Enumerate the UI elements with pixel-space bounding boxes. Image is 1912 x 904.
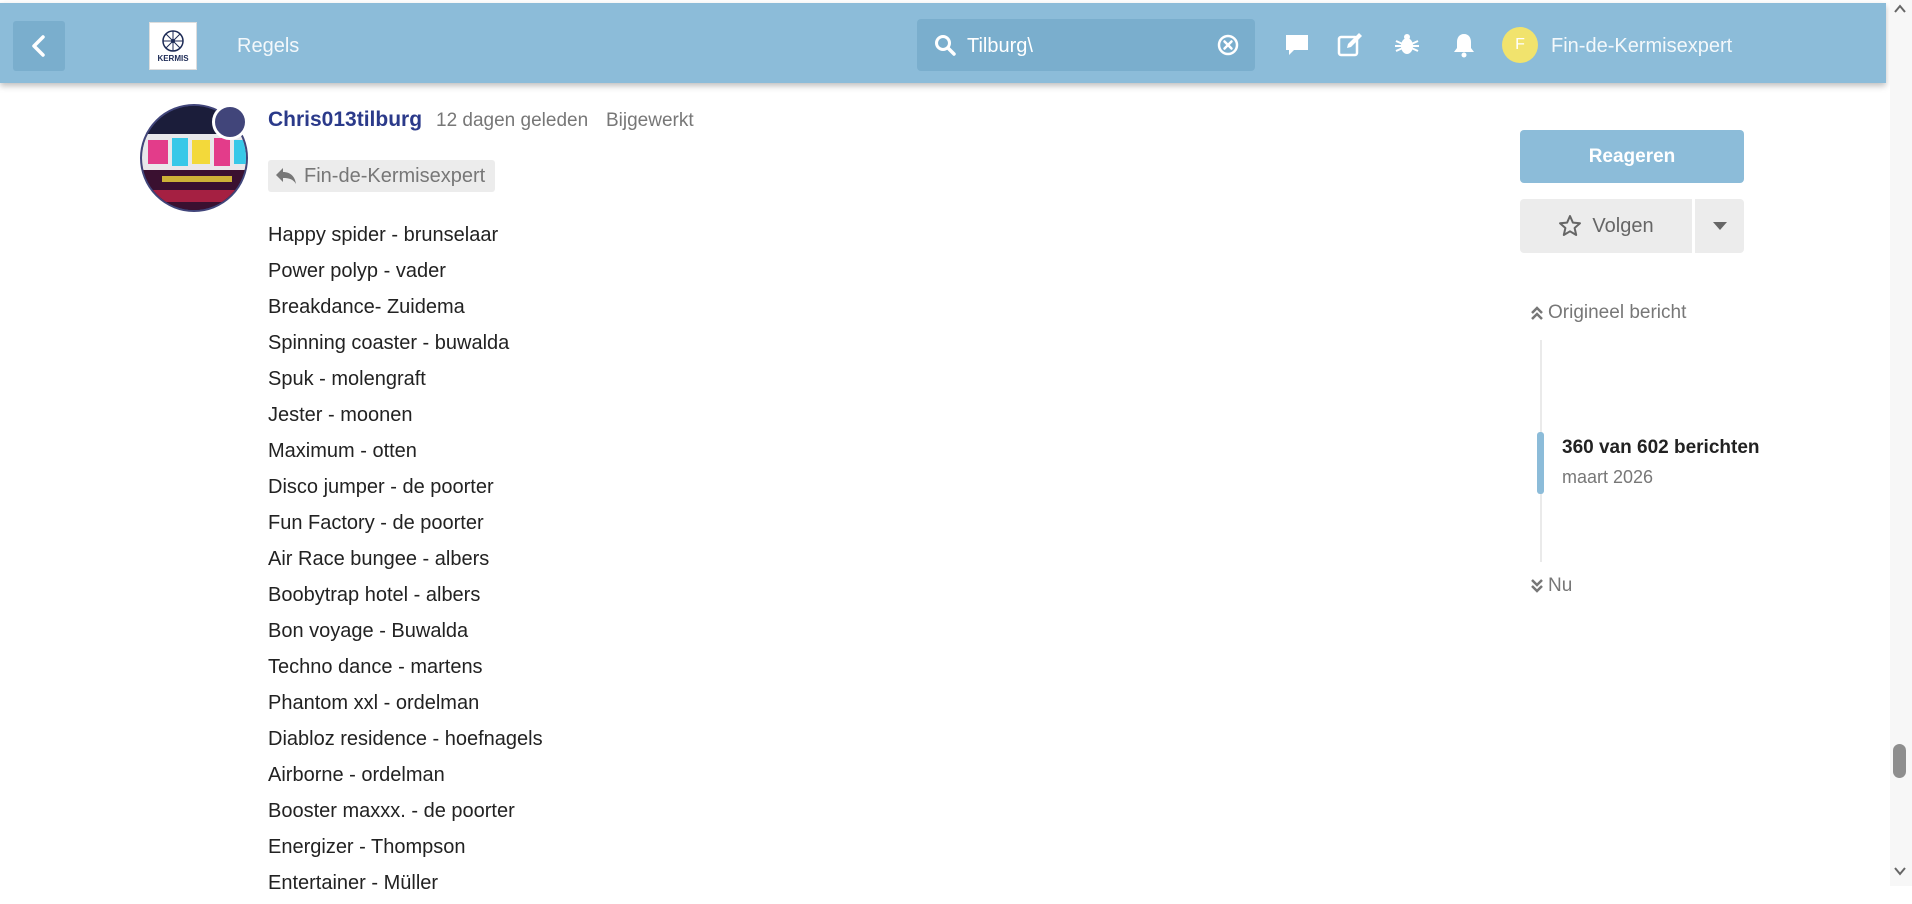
double-chevron-up-icon: [1531, 306, 1543, 320]
chevron-left-icon: [32, 35, 45, 57]
post-line: Jester - moonen: [268, 404, 413, 426]
post-line: Entertainer - Müller: [268, 872, 439, 894]
post-line: Airborne - ordelman: [268, 764, 445, 786]
nav-link-regels[interactable]: Regels: [237, 35, 299, 58]
post-line: Air Race bungee - albers: [268, 548, 490, 570]
caret-down-icon: [1712, 222, 1727, 230]
post-line: Techno dance - martens: [268, 656, 483, 678]
search-icon: [935, 35, 956, 56]
post-line: Power polyp - vader: [268, 260, 446, 282]
reply-button[interactable]: Reageren: [1520, 130, 1744, 183]
post-line: Spinning coaster - buwalda: [268, 332, 510, 354]
follow-label: Volgen: [1592, 214, 1654, 237]
scrollbar-thumb[interactable]: [1893, 744, 1906, 778]
original-post-label: Origineel bericht: [1548, 302, 1687, 323]
post-line: Diabloz residence - hoefnagels: [268, 728, 543, 750]
bug-icon[interactable]: [1393, 31, 1421, 59]
timeline-date: maart 2026: [1562, 467, 1654, 487]
status-indicator: [212, 104, 248, 140]
post-line: Spuk - molengraft: [268, 368, 426, 390]
double-chevron-down-icon: [1531, 579, 1543, 593]
post-line: Bon voyage - Buwalda: [268, 620, 469, 642]
post-line: Energizer - Thompson: [268, 836, 466, 858]
post-line: Breakdance- Zuidema: [268, 296, 465, 318]
search-input[interactable]: [965, 29, 1209, 63]
post-timestamp[interactable]: 12 dagen geleden: [436, 110, 588, 132]
reply-to-badge[interactable]: Fin-de-Kermisexpert: [268, 160, 496, 192]
post-line: Booster maxxx. - de poorter: [268, 800, 515, 822]
bell-icon[interactable]: [1450, 31, 1478, 59]
post-body: Happy spider - brunselaar Power polyp - v…: [268, 220, 543, 904]
logo-text: KERMIS: [157, 54, 189, 63]
post-line: Maximum - otten: [268, 440, 417, 462]
reply-to-username: Fin-de-Kermisexpert: [304, 164, 486, 187]
site-logo[interactable]: KERMIS: [149, 22, 197, 70]
post-edited-label[interactable]: Bijgewerkt: [606, 110, 694, 132]
clear-search-icon[interactable]: [1217, 34, 1239, 56]
follow-dropdown-button[interactable]: [1695, 199, 1744, 253]
scroll-down-arrow-icon[interactable]: [1894, 866, 1906, 876]
top-header: KERMIS Regels F Fin-de-Kermisexpert: [0, 3, 1886, 83]
reply-icon: [276, 168, 296, 184]
scroll-up-arrow-icon[interactable]: [1894, 4, 1906, 14]
back-button[interactable]: [13, 21, 65, 71]
post-line: Phantom xxl - ordelman: [268, 692, 480, 714]
search-box[interactable]: [917, 19, 1255, 71]
star-icon: [1559, 215, 1582, 236]
edit-icon[interactable]: [1336, 31, 1364, 59]
post-line: Happy spider - brunselaar: [268, 224, 499, 246]
post-line: Fun Factory - de poorter: [268, 512, 484, 534]
ferris-wheel-icon: [162, 30, 184, 52]
now-label: Nu: [1548, 575, 1573, 596]
timeline-position: 360 van 602 berichten: [1562, 437, 1760, 458]
header-username[interactable]: Fin-de-Kermisexpert: [1551, 35, 1732, 58]
post-line: Boobytrap hotel - albers: [268, 584, 481, 606]
now-link[interactable]: Nu: [1530, 575, 1572, 597]
post-line: Disco jumper - de poorter: [268, 476, 494, 498]
chat-icon[interactable]: [1283, 31, 1311, 59]
follow-button[interactable]: Volgen: [1520, 199, 1692, 253]
original-post-link[interactable]: Origineel bericht: [1530, 302, 1686, 324]
timeline-handle[interactable]: [1537, 432, 1544, 494]
post-author-name[interactable]: Chris013tilburg: [268, 108, 422, 132]
user-avatar[interactable]: F: [1502, 27, 1538, 63]
